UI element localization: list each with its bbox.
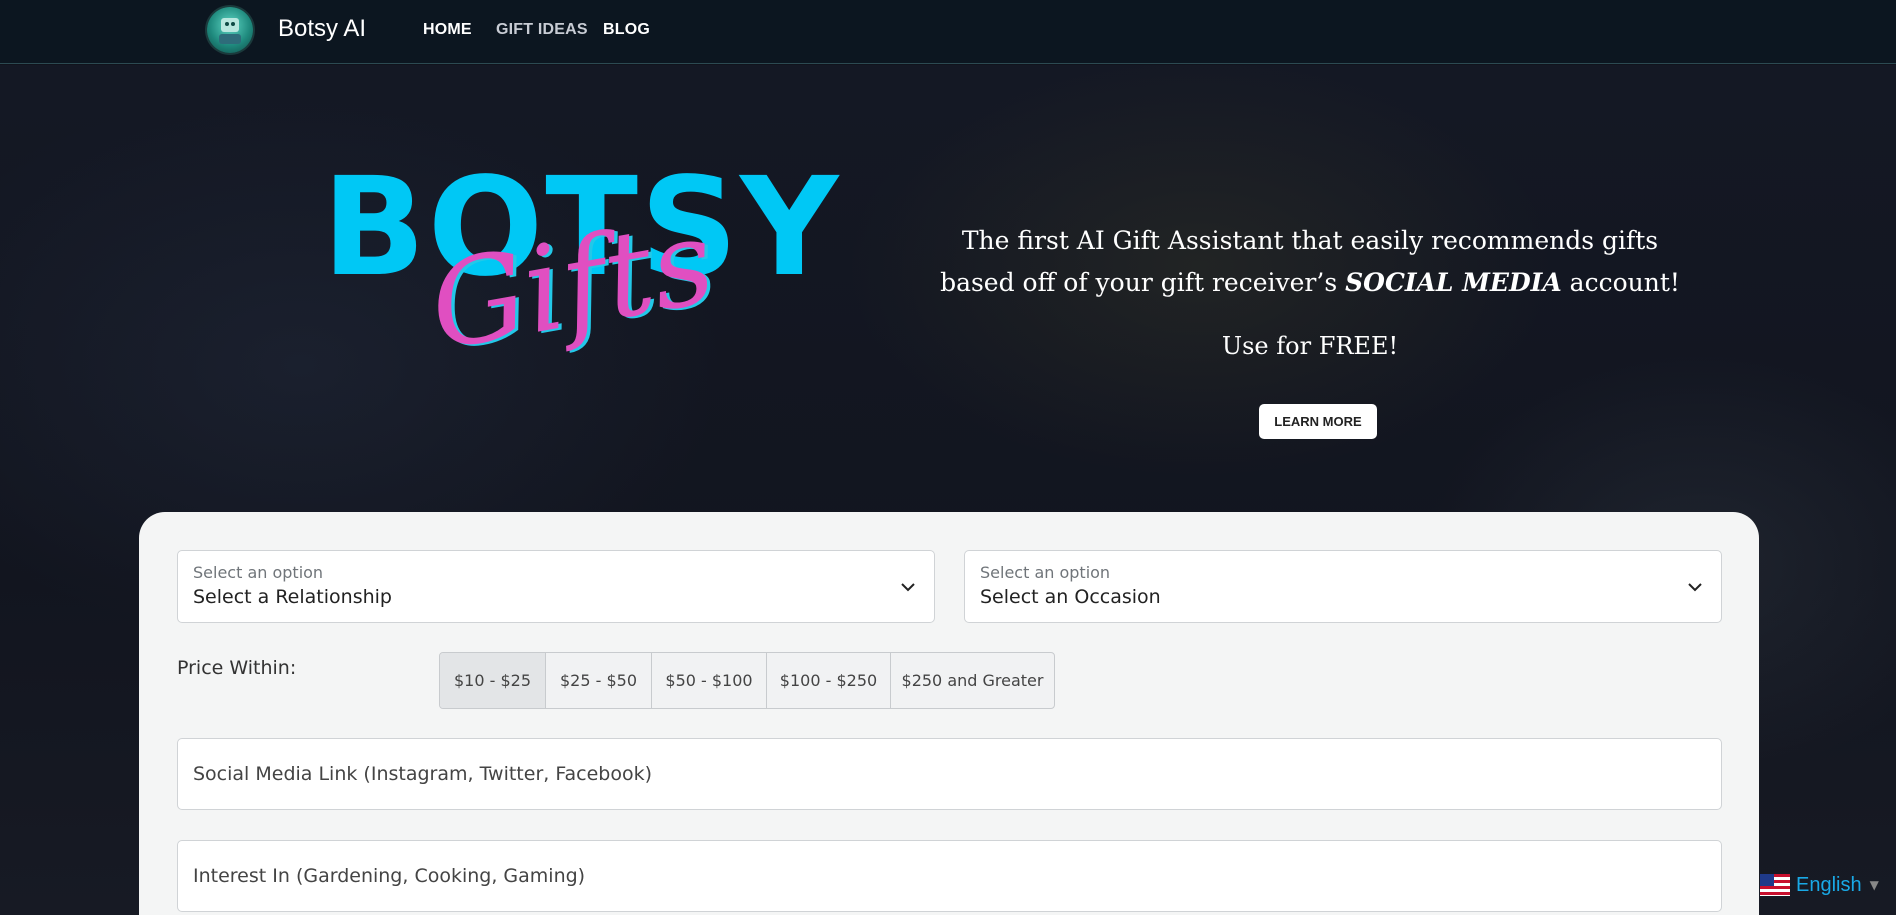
- relationship-select-hint: Select an option: [193, 563, 324, 582]
- price-option-250-plus[interactable]: $250 and Greater: [891, 653, 1054, 708]
- tagline-text-2: account!: [1561, 268, 1680, 297]
- gift-form-card: Select an option Select a Relationship S…: [139, 512, 1759, 915]
- price-option-100-250[interactable]: $100 - $250: [767, 653, 891, 708]
- price-option-25-50[interactable]: $25 - $50: [546, 653, 652, 708]
- interest-input[interactable]: Interest In (Gardening, Cooking, Gaming): [177, 840, 1722, 912]
- chevron-down-icon: [1688, 583, 1702, 592]
- social-media-link-input[interactable]: Social Media Link (Instagram, Twitter, F…: [177, 738, 1722, 810]
- hero-tagline: The first AI Gift Assistant that easily …: [940, 220, 1680, 304]
- learn-more-button[interactable]: LEARN MORE: [1259, 404, 1377, 439]
- price-range-group: $10 - $25 $25 - $50 $50 - $100 $100 - $2…: [439, 652, 1055, 709]
- price-label: Price Within:: [177, 657, 297, 679]
- robot-logo-icon[interactable]: [207, 7, 253, 53]
- brand-name[interactable]: Botsy AI: [278, 15, 366, 43]
- nav-link-home[interactable]: HOME: [423, 21, 472, 39]
- relationship-select[interactable]: Select an option Select a Relationship: [177, 550, 935, 623]
- nav-link-blog[interactable]: BLOG: [603, 21, 650, 39]
- free-text: Use for FREE!: [1221, 332, 1399, 360]
- tagline-emphasis: SOCIAL MEDIA: [1345, 268, 1562, 297]
- occasion-select[interactable]: Select an option Select an Occasion: [964, 550, 1722, 623]
- chevron-down-icon: [901, 583, 915, 592]
- price-option-50-100[interactable]: $50 - $100: [652, 653, 767, 708]
- language-selector[interactable]: English ▼: [1760, 873, 1879, 897]
- occasion-select-value: Select an Occasion: [980, 586, 1161, 608]
- price-option-10-25[interactable]: $10 - $25: [440, 653, 546, 708]
- nav-link-gift-ideas[interactable]: GIFT IDEAS: [496, 21, 588, 39]
- us-flag-icon: [1760, 874, 1790, 896]
- top-navbar: Botsy AI HOME GIFT IDEAS BLOG: [0, 0, 1896, 64]
- caret-down-icon: ▼: [1869, 878, 1879, 892]
- occasion-select-hint: Select an option: [980, 563, 1111, 582]
- relationship-select-value: Select a Relationship: [193, 586, 392, 608]
- language-label: English: [1796, 873, 1862, 896]
